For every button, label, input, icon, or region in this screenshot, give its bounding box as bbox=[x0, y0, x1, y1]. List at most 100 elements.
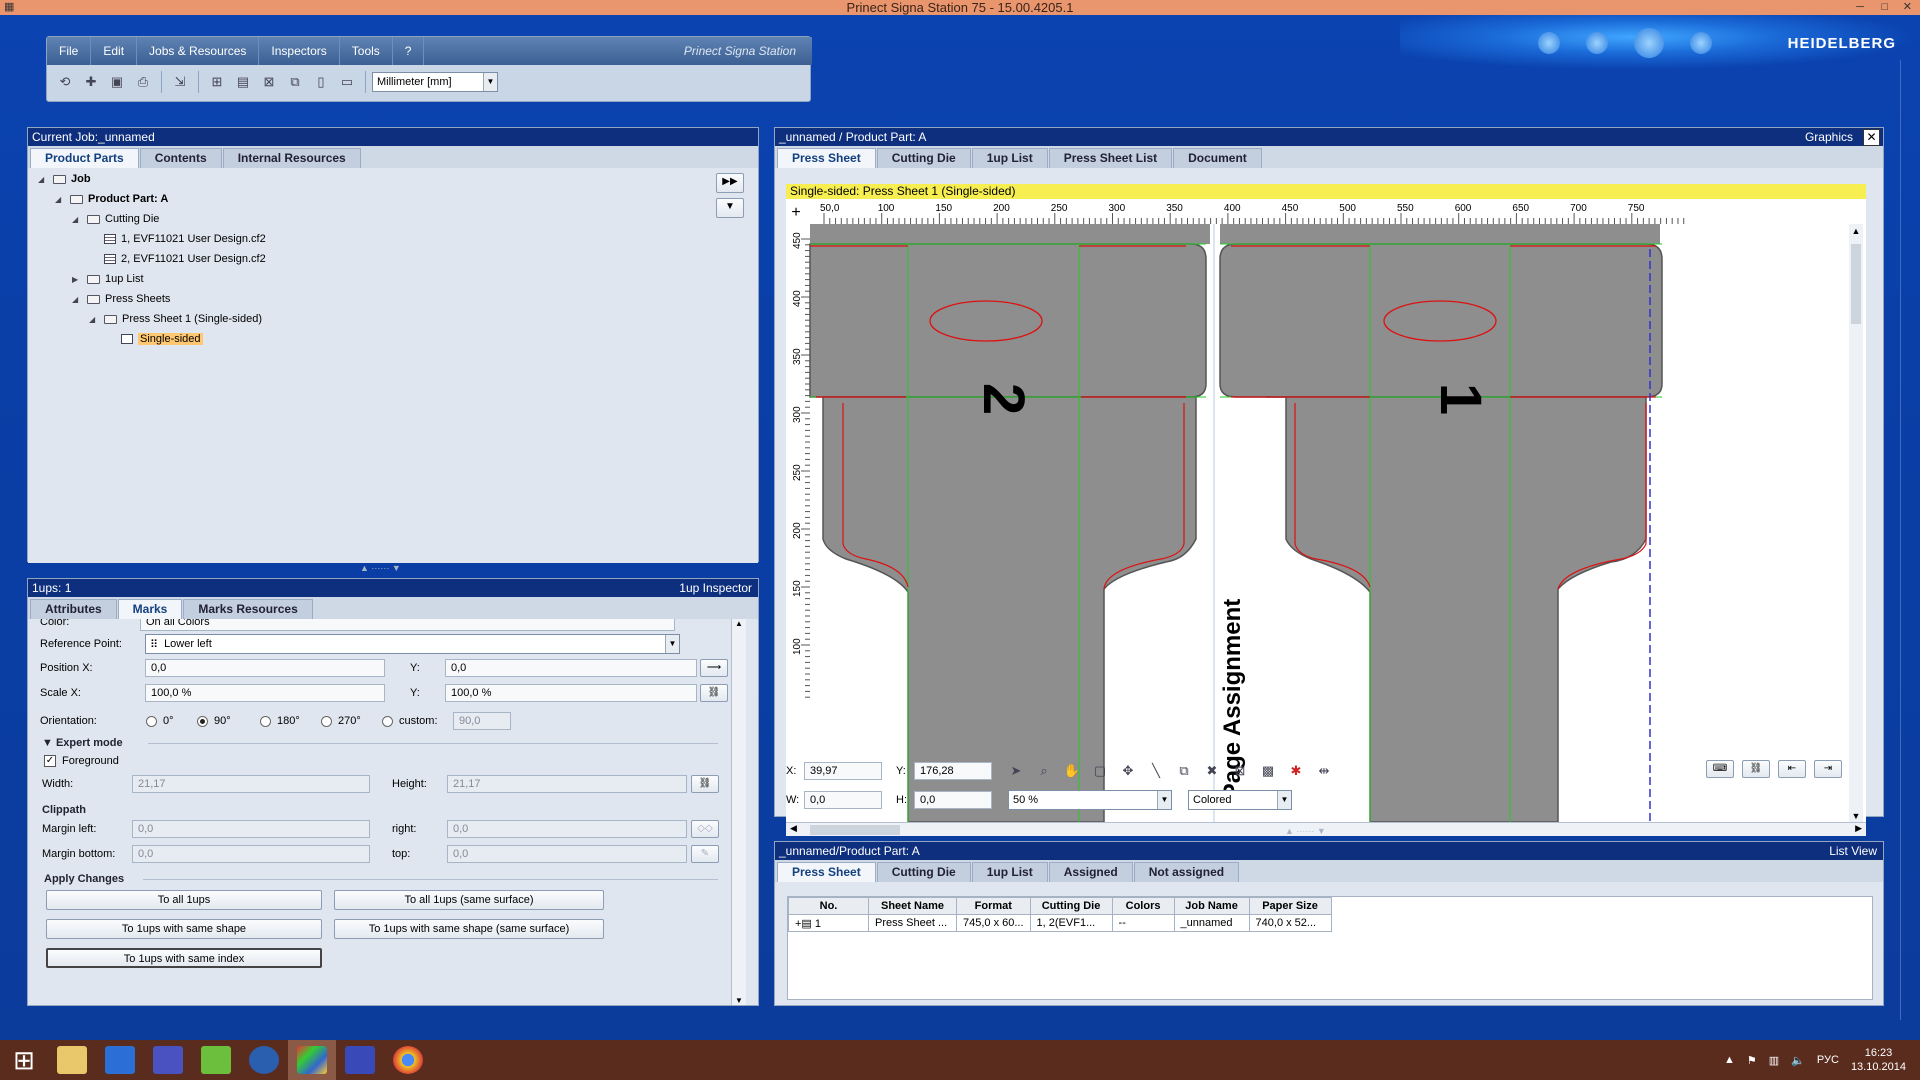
bug-icon[interactable]: ✱ bbox=[1284, 760, 1308, 782]
tab-product-parts[interactable]: Product Parts bbox=[30, 148, 139, 168]
orientation-0-radio[interactable] bbox=[146, 715, 157, 727]
margin-left-input[interactable]: 0,0 bbox=[132, 820, 370, 838]
reference-point-select[interactable]: ⠿ Lower left ▼ bbox=[145, 634, 680, 654]
taskbar-chrome[interactable] bbox=[384, 1040, 432, 1080]
horizontal-scroll-thumb[interactable] bbox=[810, 825, 900, 835]
apply-all-1ups-button[interactable]: To all 1ups bbox=[46, 890, 322, 910]
link-icon[interactable]: ⛓ bbox=[1742, 760, 1770, 778]
tree-node-cutting-die[interactable]: ◢ Cutting Die bbox=[72, 213, 159, 225]
cross-icon[interactable]: ✖ bbox=[1200, 760, 1224, 782]
save-icon[interactable]: ▣ bbox=[105, 71, 129, 93]
scale-y-input[interactable]: 100,0 % bbox=[445, 684, 697, 702]
close-window-button[interactable]: ✕ bbox=[1903, 0, 1912, 15]
tab-1up-list[interactable]: 1up List bbox=[971, 862, 1048, 882]
column-job-name[interactable]: Job Name bbox=[1173, 897, 1250, 915]
frame-icon[interactable]: ▢ bbox=[1088, 760, 1112, 782]
column-format[interactable]: Format bbox=[956, 897, 1031, 915]
orientation-90-radio[interactable] bbox=[197, 715, 208, 727]
inspector-scrollbar[interactable]: ▲ ▼ bbox=[731, 619, 746, 1005]
close-icon[interactable]: ✕ bbox=[1863, 129, 1880, 146]
unit-select[interactable]: Millimeter [mm] ▼ bbox=[372, 72, 498, 92]
delete-icon[interactable]: ⊠ bbox=[1228, 760, 1252, 782]
scroll-down-icon[interactable]: ▼ bbox=[732, 996, 746, 1005]
column-colors[interactable]: Colors bbox=[1111, 897, 1175, 915]
margin-top-input[interactable]: 0,0 bbox=[447, 845, 687, 863]
width-input[interactable]: 21,17 bbox=[132, 775, 370, 793]
scroll-up-icon[interactable]: ▲ bbox=[732, 619, 746, 628]
fold-icon[interactable]: ⧉ bbox=[283, 71, 307, 93]
orientation-custom-radio[interactable] bbox=[382, 715, 393, 727]
splitter-handle[interactable]: ▲ ······ ▼ bbox=[1285, 826, 1326, 836]
tab-1up-list[interactable]: 1up List bbox=[971, 148, 1048, 168]
link-icon[interactable]: ⛓ bbox=[691, 775, 719, 793]
tab-document[interactable]: Document bbox=[1173, 148, 1262, 168]
orientation-180-radio[interactable] bbox=[260, 715, 271, 727]
tree-node-job[interactable]: ◢ Job bbox=[38, 173, 91, 185]
w-field[interactable]: 0,0 bbox=[804, 791, 882, 809]
keyboard-icon[interactable]: ⌨ bbox=[1706, 760, 1734, 778]
open-icon[interactable]: ⟲ bbox=[53, 71, 77, 93]
tab-marks-resources[interactable]: Marks Resources bbox=[183, 599, 313, 619]
taskbar-mail[interactable] bbox=[96, 1040, 144, 1080]
tree-node-file-1[interactable]: 1, EVF11021 User Design.cf2 bbox=[104, 233, 266, 245]
copy-icon[interactable]: ⧉ bbox=[1172, 760, 1196, 782]
expand-down-button[interactable]: ▼ bbox=[716, 198, 744, 218]
flag-icon[interactable]: ⚑ bbox=[1747, 1054, 1757, 1067]
tree-node-file-2[interactable]: 2, EVF11021 User Design.cf2 bbox=[104, 253, 266, 265]
tab-press-sheet-list[interactable]: Press Sheet List bbox=[1048, 148, 1173, 168]
tray-arrow-icon[interactable]: ▲ bbox=[1724, 1054, 1735, 1066]
start-button[interactable]: ⊞ bbox=[0, 1040, 48, 1080]
tab-contents[interactable]: Contents bbox=[139, 148, 222, 168]
language-indicator[interactable]: РУС bbox=[1817, 1054, 1839, 1066]
apply-same-shape-button[interactable]: To 1ups with same shape bbox=[46, 919, 322, 939]
render-mode-select[interactable]: Colored ▼ bbox=[1188, 790, 1292, 810]
margin-right-input[interactable]: 0,0 bbox=[447, 820, 687, 838]
x-coordinate[interactable]: 39,97 bbox=[804, 762, 882, 780]
tab-assigned[interactable]: Assigned bbox=[1048, 862, 1133, 882]
column-cutting-die[interactable]: Cutting Die bbox=[1029, 897, 1113, 915]
column-sheet-name[interactable]: Sheet Name bbox=[868, 897, 957, 915]
taskbar-explorer[interactable] bbox=[48, 1040, 96, 1080]
arrow-right-icon[interactable]: ⟶ bbox=[700, 659, 728, 677]
fill-icon[interactable]: ▩ bbox=[1256, 760, 1280, 782]
foreground-checkbox[interactable]: ✓ bbox=[44, 755, 56, 767]
tab-cutting-die[interactable]: Cutting Die bbox=[876, 148, 971, 168]
tab-not-assigned[interactable]: Not assigned bbox=[1133, 862, 1240, 882]
scale-x-input[interactable]: 100,0 % bbox=[145, 684, 385, 702]
minimize-button[interactable]: ─ bbox=[1856, 0, 1864, 15]
y-coordinate[interactable]: 176,28 bbox=[914, 762, 992, 780]
position-y-input[interactable]: 0,0 bbox=[445, 659, 697, 677]
clock[interactable]: 16:23 13.10.2014 bbox=[1851, 1046, 1906, 1074]
taskbar-app-blue[interactable] bbox=[336, 1040, 384, 1080]
expert-mode-toggle[interactable]: ▼ Expert mode bbox=[42, 737, 123, 749]
margin-bottom-input[interactable]: 0,0 bbox=[132, 845, 370, 863]
h-field[interactable]: 0,0 bbox=[914, 791, 992, 809]
import-icon[interactable]: ⇲ bbox=[168, 71, 192, 93]
expand-right-button[interactable]: ▶▶ bbox=[716, 173, 744, 193]
edit-icon[interactable]: ✎ bbox=[691, 845, 719, 863]
color-field[interactable]: On all Colors bbox=[140, 619, 675, 631]
tab-press-sheet[interactable]: Press Sheet bbox=[777, 862, 876, 882]
canvas-area[interactable]: 50,0 100 150 200 250 300 350 400 450 500 550 600 650… bbox=[786, 199, 1866, 822]
menu-inspectors[interactable]: Inspectors bbox=[259, 37, 340, 65]
tree-node-product-part[interactable]: ◢ Product Part: A bbox=[55, 193, 168, 205]
zoom-select[interactable]: 50 % ▼ bbox=[1008, 790, 1172, 810]
tab-internal-resources[interactable]: Internal Resources bbox=[222, 148, 361, 168]
table-row[interactable]: +▤ 1 Press Sheet ... 745,0 x 60... 1, 2(… bbox=[788, 914, 1332, 932]
volume-icon[interactable]: 🔈 bbox=[1791, 1054, 1805, 1067]
hand-icon[interactable]: ✋ bbox=[1060, 760, 1084, 782]
tree-node-press-sheet-1[interactable]: ◢ Press Sheet 1 (Single-sided) bbox=[89, 313, 262, 325]
sheet-icon[interactable]: ▤ bbox=[231, 71, 255, 93]
link-icon[interactable]: ⛓ bbox=[700, 684, 728, 702]
move-icon[interactable]: ✥ bbox=[1116, 760, 1140, 782]
tab-marks[interactable]: Marks bbox=[117, 599, 183, 619]
taskbar-ie[interactable] bbox=[240, 1040, 288, 1080]
print-icon[interactable]: ⎙ bbox=[131, 71, 155, 93]
line-icon[interactable]: ╲ bbox=[1144, 760, 1168, 782]
taskbar-app-green[interactable] bbox=[192, 1040, 240, 1080]
menu-edit[interactable]: Edit bbox=[91, 37, 138, 65]
maximize-button[interactable]: □ bbox=[1881, 0, 1888, 15]
fit-width-icon[interactable]: ⇤ bbox=[1778, 760, 1806, 778]
network-icon[interactable]: ▥ bbox=[1769, 1054, 1779, 1067]
custom-angle-input[interactable]: 90,0 bbox=[453, 712, 511, 730]
